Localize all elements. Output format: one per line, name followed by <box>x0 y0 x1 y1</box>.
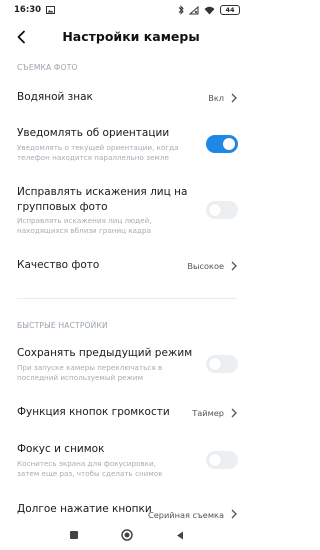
long-press-title: Долгое нажатие кнопки <box>17 503 152 515</box>
chevron-right-icon <box>231 261 237 271</box>
orientation-subtitle-2: телефон находится параллельно земле <box>17 153 169 162</box>
app-toolbar: Настройки камеры <box>0 20 254 52</box>
setting-photo-quality[interactable]: Качество фото Высокое <box>0 254 254 278</box>
long-press-value: Серийная съемка <box>148 510 224 520</box>
save-mode-subtitle-1: При запуске камеры переключаться в <box>17 363 163 372</box>
watermark-title: Водяной знак <box>17 91 93 103</box>
focus-shot-title: Фокус и снимок <box>17 443 105 455</box>
status-bar: 16:30 44 <box>0 0 254 20</box>
section-header-photo: СЪЕМКА ФОТО <box>17 63 78 72</box>
navigation-bar <box>0 520 254 550</box>
setting-orientation[interactable]: Уведомлять об ориентации Уведомлять о те… <box>0 124 254 166</box>
photo-quality-value: Высокое <box>187 261 224 271</box>
face-distortion-title-2: групповых фото <box>17 201 108 213</box>
face-distortion-subtitle-2: находящихся вблизи границ кадра <box>17 226 151 235</box>
wifi-icon <box>204 6 215 15</box>
back-icon[interactable] <box>174 529 186 541</box>
focus-shot-subtitle-2: затем еще раз, чтобы сделать снимок <box>17 469 163 478</box>
face-distortion-toggle[interactable] <box>206 201 238 219</box>
setting-face-distortion[interactable]: Исправлять искажения лиц на групповых фо… <box>0 183 254 237</box>
save-mode-subtitle-2: последний используемый режим <box>17 373 144 382</box>
chevron-right-icon <box>231 93 237 103</box>
page-title: Настройки камеры <box>62 29 200 44</box>
bluetooth-icon <box>178 5 184 15</box>
signal-off-icon <box>189 5 199 15</box>
battery-level: 44 <box>225 6 235 14</box>
chevron-right-icon <box>231 408 237 418</box>
toggle-knob <box>223 138 235 150</box>
setting-watermark[interactable]: Водяной знак Вкл <box>0 86 254 110</box>
setting-focus-shot[interactable]: Фокус и снимок Коснитесь экрана для фоку… <box>0 440 254 482</box>
orientation-toggle[interactable] <box>206 135 238 153</box>
image-icon <box>46 6 56 14</box>
section-divider <box>17 298 237 299</box>
toggle-knob <box>209 454 221 466</box>
photo-quality-title: Качество фото <box>17 259 100 271</box>
save-mode-toggle[interactable] <box>206 355 238 373</box>
face-distortion-subtitle-1: Исправлять искажения лиц людей, <box>17 216 152 225</box>
home-icon[interactable] <box>121 529 133 541</box>
volume-keys-value: Таймер <box>192 408 224 418</box>
orientation-subtitle-1: Уведомлять о текущей ориентации, когда <box>17 143 179 152</box>
orientation-title: Уведомлять об ориентации <box>17 127 170 139</box>
setting-save-mode[interactable]: Сохранять предыдущий режим При запуске к… <box>0 344 254 386</box>
setting-long-press[interactable]: Долгое нажатие кнопки Серийная съемка <box>0 500 254 520</box>
battery-icon: 44 <box>220 5 240 15</box>
watermark-value: Вкл <box>208 93 224 103</box>
volume-keys-title: Функция кнопок громкости <box>17 406 170 418</box>
recents-icon[interactable] <box>68 529 80 541</box>
setting-volume-keys[interactable]: Функция кнопок громкости Таймер <box>0 401 254 425</box>
chevron-right-icon <box>231 509 237 519</box>
face-distortion-title-1: Исправлять искажения лиц на <box>17 186 188 198</box>
focus-shot-toggle[interactable] <box>206 451 238 469</box>
toggle-knob <box>209 204 221 216</box>
section-header-quick: БЫСТРЫЕ НАСТРОЙКИ <box>17 321 108 330</box>
save-mode-title: Сохранять предыдущий режим <box>17 347 193 359</box>
focus-shot-subtitle-1: Коснитесь экрана для фокусировки, <box>17 459 156 468</box>
status-time: 16:30 <box>14 5 42 15</box>
toggle-knob <box>209 358 221 370</box>
